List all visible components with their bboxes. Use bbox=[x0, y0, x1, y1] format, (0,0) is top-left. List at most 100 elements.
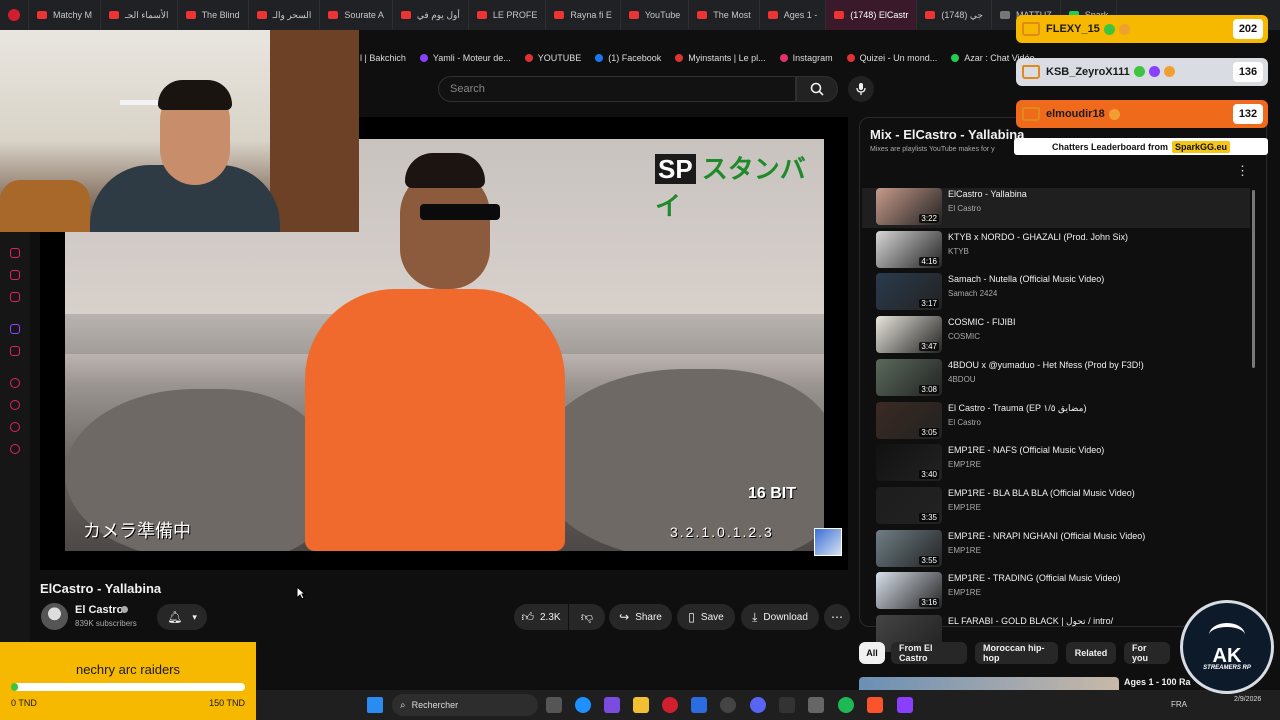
channel-avatar[interactable] bbox=[41, 603, 68, 630]
app-icon[interactable] bbox=[808, 697, 824, 713]
browser-tab[interactable]: Rayna fi E bbox=[546, 0, 621, 30]
rail-icon[interactable] bbox=[10, 270, 20, 280]
browser-tab[interactable]: السحر والـ bbox=[249, 0, 321, 30]
playlist-item-thumbnail[interactable]: 4:16 bbox=[876, 230, 942, 268]
playlist-item-thumbnail[interactable]: 3:35 bbox=[876, 486, 942, 524]
store-icon[interactable] bbox=[691, 697, 707, 713]
like-button[interactable]: 👍︎ 2.3K bbox=[514, 604, 568, 630]
filter-chip[interactable]: For you bbox=[1124, 642, 1170, 664]
history-icon[interactable] bbox=[10, 400, 20, 410]
filter-chip[interactable]: Related bbox=[1066, 642, 1116, 664]
playlist-item[interactable]: 3:40 EMP1RE - NAFS (Official Music Video)… bbox=[876, 444, 1246, 484]
bookmark[interactable]: YOUTUBE bbox=[524, 53, 581, 63]
playlist-item-title[interactable]: EMP1RE - BLA BLA BLA (Official Music Vid… bbox=[948, 488, 1135, 498]
voice-search-button[interactable] bbox=[848, 76, 874, 102]
playlist-item-title[interactable]: Samach - Nutella (Official Music Video) bbox=[948, 274, 1104, 284]
keyboard-language[interactable]: FRA bbox=[1171, 700, 1187, 709]
playlist-item[interactable]: 3:17 Samach - Nutella (Official Music Vid… bbox=[876, 273, 1246, 313]
rail-icon[interactable] bbox=[10, 422, 20, 432]
browser-tab[interactable]: Ages 1 - bbox=[760, 0, 827, 30]
more-actions-button[interactable]: ⋯ bbox=[824, 604, 850, 630]
browser-tab[interactable]: The Blind bbox=[178, 0, 249, 30]
terminal-icon[interactable] bbox=[779, 697, 795, 713]
taskbar-date[interactable]: 2/9/2026 bbox=[1234, 695, 1261, 705]
browser-tab[interactable]: YouTube bbox=[621, 0, 690, 30]
playlist-item[interactable]: 4:16 KTYB x NORDO - GHAZALI (Prod. John S… bbox=[876, 230, 1246, 271]
search-input[interactable]: Search bbox=[438, 76, 796, 102]
filter-chip[interactable]: All bbox=[859, 642, 885, 664]
browser-tab[interactable]: (1748) ElCastr bbox=[826, 0, 918, 30]
share-button[interactable]: ↪ Share bbox=[609, 604, 672, 630]
playlist-item[interactable]: 3:16 EMP1RE - TRADING (Official Music Vid… bbox=[876, 572, 1246, 612]
playlist-item-title[interactable]: ElCastro - Yallabina bbox=[948, 189, 1027, 199]
playlist-item[interactable]: 3:55 EMP1RE - NRAPI NGHANI (Official Musi… bbox=[876, 529, 1246, 570]
channel-name[interactable]: El Castro bbox=[75, 604, 123, 616]
file-explorer-icon[interactable] bbox=[633, 697, 649, 713]
playlist-item[interactable]: 3:47 COSMIC - FIJIBI COSMIC bbox=[876, 316, 1246, 356]
playlist-title[interactable]: Mix - ElCastro - Yallabina bbox=[870, 127, 1024, 142]
search-button[interactable] bbox=[796, 76, 838, 102]
spotify-icon[interactable] bbox=[838, 697, 854, 713]
settings-icon[interactable] bbox=[10, 444, 20, 454]
filter-chip[interactable]: Moroccan hip-hop bbox=[975, 642, 1058, 664]
taskbar-search[interactable]: ⌕ Rechercher bbox=[392, 694, 538, 716]
opera-gx-icon[interactable] bbox=[662, 697, 678, 713]
dislike-button[interactable]: 👎︎ bbox=[569, 604, 605, 630]
browser-tab[interactable]: أول يوم في bbox=[393, 0, 469, 30]
bookmark[interactable]: Instagram bbox=[779, 53, 833, 63]
bookmark[interactable]: l | Bakchich bbox=[360, 53, 406, 63]
rail-icon[interactable] bbox=[10, 248, 20, 258]
browser-tab[interactable]: Matchy M bbox=[29, 0, 102, 30]
bookmark[interactable]: (1) Facebook bbox=[595, 53, 661, 63]
playlist-item-thumbnail[interactable]: 3:17 bbox=[876, 273, 942, 311]
bookmark[interactable]: Myinstants | Le pl... bbox=[675, 53, 766, 63]
playlist-item-title[interactable]: El Castro - Trauma (EP مضايق ١/٥) bbox=[948, 403, 1086, 414]
discord-icon[interactable] bbox=[750, 697, 766, 713]
playlist-item-title[interactable]: EMP1RE - NRAPI NGHANI (Official Music Vi… bbox=[948, 531, 1145, 541]
playlist-item-thumbnail[interactable]: 3:40 bbox=[876, 444, 942, 482]
playlist-item-title[interactable]: KTYB x NORDO - GHAZALI (Prod. John Six) bbox=[948, 232, 1128, 242]
playlist-item-thumbnail[interactable]: 3:22 bbox=[876, 188, 942, 225]
rail-icon[interactable] bbox=[10, 378, 20, 388]
bookmark[interactable]: Quizei - Un mond... bbox=[846, 53, 937, 63]
browser-tab[interactable]: LE PROFE bbox=[469, 0, 547, 30]
rail-icon[interactable] bbox=[10, 292, 20, 302]
playlist-item-title[interactable]: EMP1RE - TRADING (Official Music Video) bbox=[948, 573, 1121, 583]
next-video-thumbnail[interactable] bbox=[859, 677, 1119, 690]
browser-tab[interactable]: الأسماء الحـ bbox=[101, 0, 178, 30]
opera-menu-icon[interactable] bbox=[0, 0, 29, 30]
playlist-item-title[interactable]: COSMIC - FIJIBI bbox=[948, 317, 1016, 327]
browser-tab[interactable]: (1748) جي bbox=[917, 0, 992, 30]
playlist-item[interactable]: 3:35 EMP1RE - BLA BLA BLA (Official Music… bbox=[876, 486, 1246, 527]
save-button[interactable]: ▯ Save bbox=[677, 604, 735, 630]
notification-button[interactable]: 🔔︎ ▾ bbox=[157, 604, 207, 630]
next-video-title[interactable]: Ages 1 - 100 Ra bbox=[1124, 677, 1191, 687]
playlist-item-thumbnail[interactable]: 3:47 bbox=[876, 316, 942, 354]
twitch-icon[interactable] bbox=[10, 324, 20, 334]
playlist-item-thumbnail[interactable]: 3:05 bbox=[876, 401, 942, 439]
task-view-icon[interactable] bbox=[546, 697, 562, 713]
brave-icon[interactable] bbox=[867, 697, 883, 713]
rail-icon[interactable] bbox=[10, 346, 20, 356]
bookmark[interactable]: Yamli - Moteur de... bbox=[419, 53, 511, 63]
playlist-item[interactable]: 3:08 4BDOU x @yumaduo - Het Nfess (Prod b… bbox=[876, 358, 1246, 399]
filter-chip[interactable]: From El Castro bbox=[891, 642, 967, 664]
playlist-item-thumbnail[interactable]: 3:55 bbox=[876, 529, 942, 567]
playlist-item-thumbnail[interactable]: 3:16 bbox=[876, 572, 942, 610]
playlist-item-title[interactable]: EMP1RE - NAFS (Official Music Video) bbox=[948, 445, 1104, 455]
playlist-item-thumbnail[interactable]: 3:08 bbox=[876, 358, 942, 396]
edge-icon[interactable] bbox=[575, 697, 591, 713]
playlist-item[interactable]: 3:22 ElCastro - Yallabina El Castro bbox=[862, 188, 1250, 228]
playlist-item-title[interactable]: EL FARABI - GOLD BLACK | تحول / intro/ bbox=[948, 616, 1113, 627]
app-icon[interactable] bbox=[604, 697, 620, 713]
playlist-item-title[interactable]: 4BDOU x @yumaduo - Het Nfess (Prod by F3… bbox=[948, 360, 1144, 370]
download-button[interactable]: ⤓ Download bbox=[741, 604, 819, 630]
browser-tab[interactable]: Sourate A bbox=[320, 0, 393, 30]
windows-start-icon[interactable] bbox=[367, 697, 383, 713]
playlist-item[interactable]: 3:05 El Castro - Trauma (EP مضايق ١/٥) El … bbox=[876, 401, 1246, 442]
playlist-menu-icon[interactable]: ⋮ bbox=[1236, 163, 1249, 179]
browser-tab[interactable]: The Most bbox=[689, 0, 760, 30]
app-icon[interactable] bbox=[720, 697, 736, 713]
app-icon[interactable] bbox=[897, 697, 913, 713]
playlist-scrollbar[interactable] bbox=[1252, 190, 1255, 368]
